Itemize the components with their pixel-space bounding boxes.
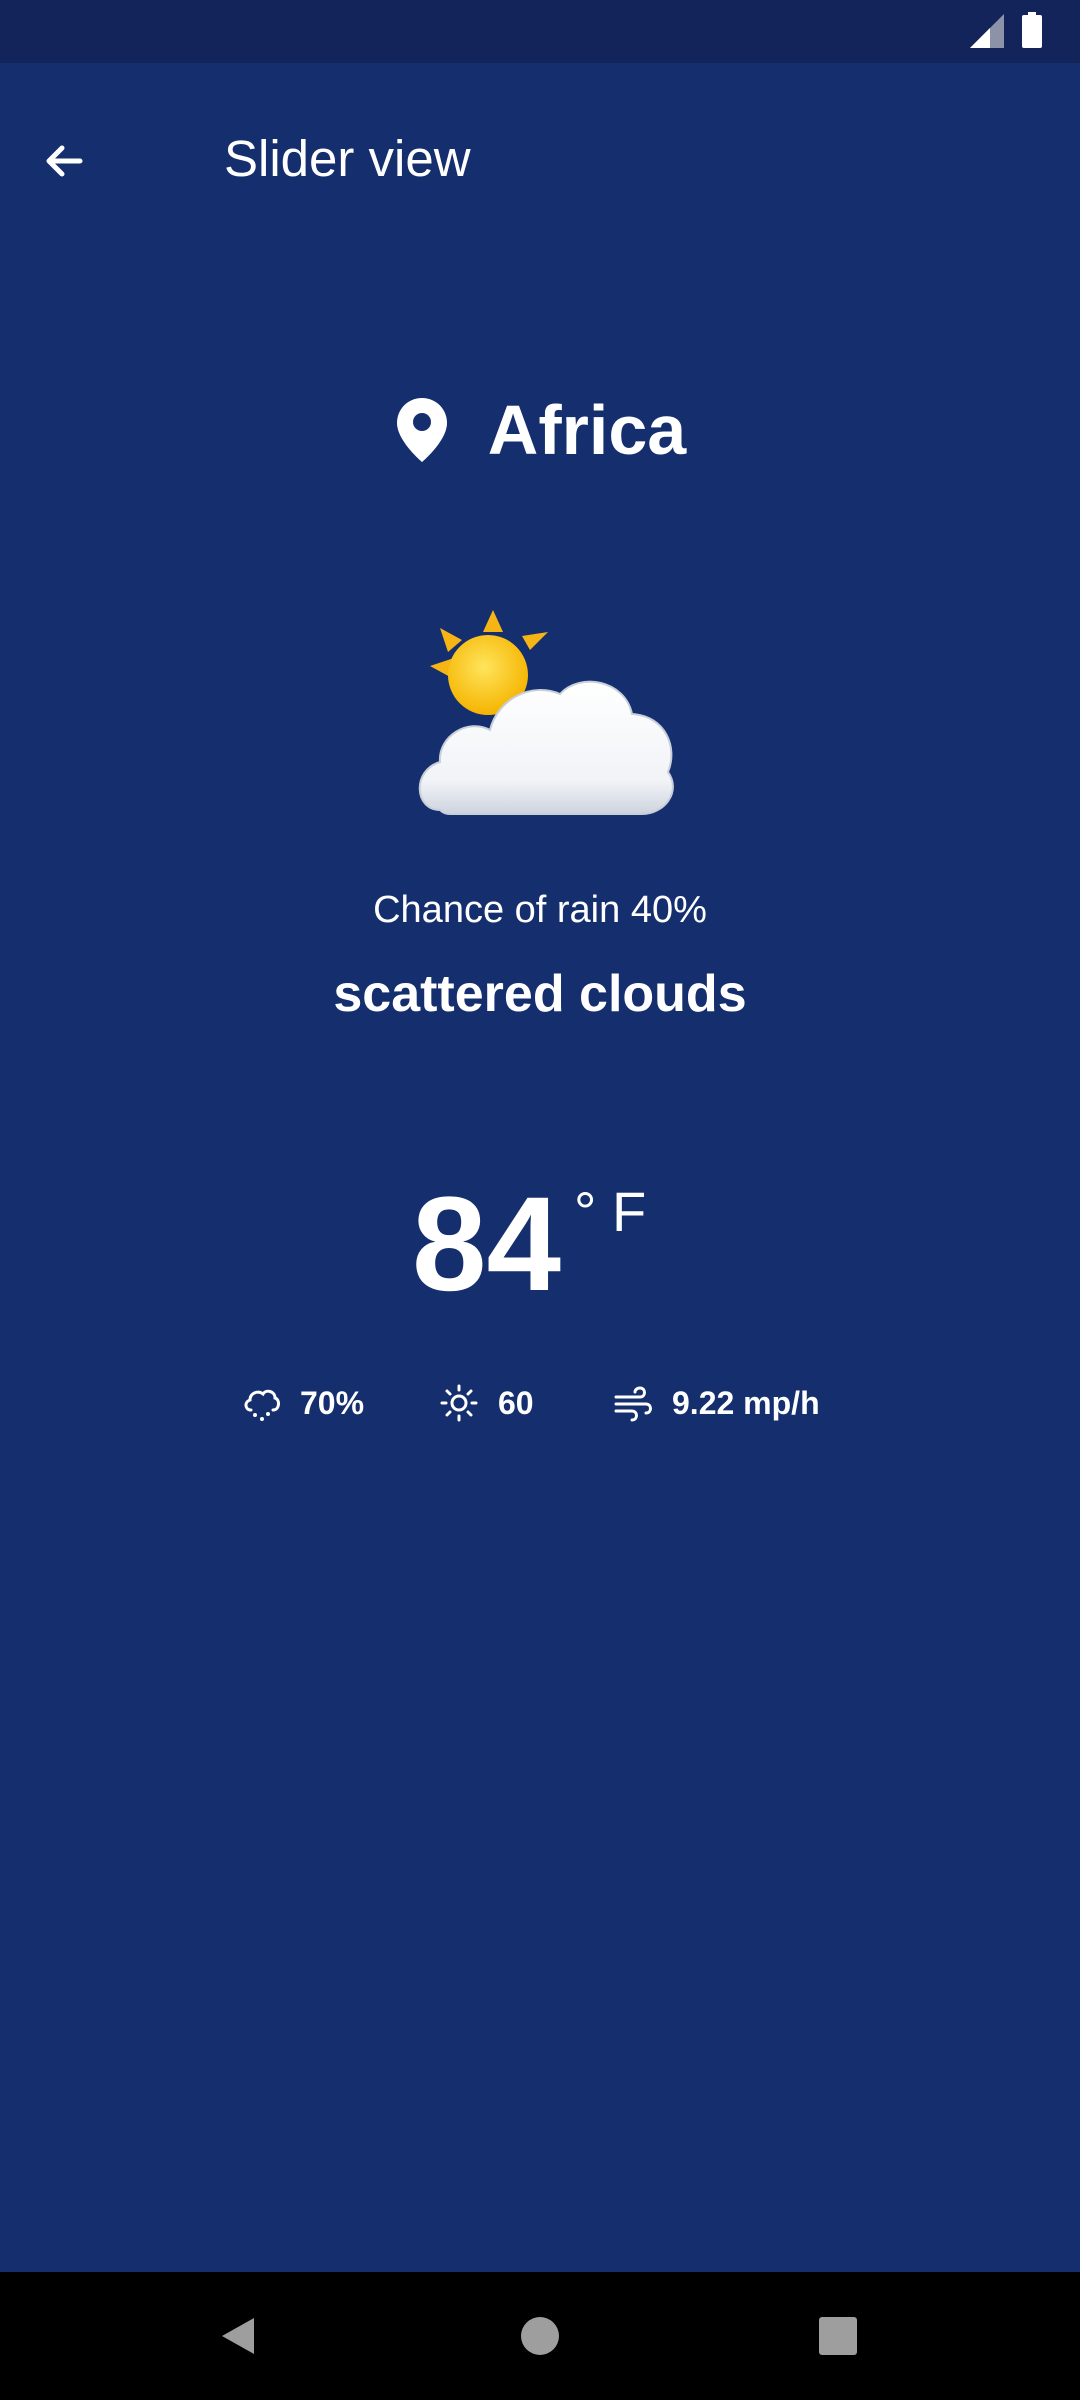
sun-behind-cloud-icon — [418, 610, 674, 815]
nav-home-circle-icon — [521, 2317, 559, 2355]
wind-value: 9.22 mp/h — [672, 1385, 820, 1421]
uv-stat: 60 — [438, 1375, 534, 1431]
nav-home-button[interactable] — [500, 2296, 580, 2376]
cell-signal-icon — [970, 14, 1004, 48]
app-bar: Slider view — [0, 63, 1080, 253]
temperature: 84 ° F — [0, 1170, 1080, 1320]
nav-recents-square-icon — [819, 2317, 857, 2355]
humidity-stat: 70% — [240, 1375, 364, 1431]
wind-stat: 9.22 mp/h — [612, 1375, 820, 1431]
temperature-value: 84 — [412, 1170, 562, 1319]
nav-back-button[interactable] — [198, 2296, 278, 2376]
uv-value: 60 — [498, 1385, 534, 1421]
cloud-drizzle-icon — [244, 1389, 280, 1421]
system-nav-bar — [0, 2272, 1080, 2400]
temperature-unit: ° F — [574, 1180, 647, 1243]
weather-stats: 70% 60 9.22 mp/h — [0, 1375, 1080, 1431]
humidity-value: 70% — [300, 1385, 365, 1421]
status-bar — [0, 0, 1080, 63]
sun-icon — [440, 1384, 478, 1422]
nav-back-triangle-icon — [222, 2318, 254, 2354]
arrow-left-icon — [46, 145, 83, 177]
page-title: Slider view — [224, 130, 471, 187]
map-pin-icon — [394, 395, 450, 465]
battery-icon — [1022, 12, 1042, 48]
wind-icon — [614, 1386, 652, 1422]
location-name: Africa — [487, 391, 687, 469]
nav-recents-button[interactable] — [798, 2296, 878, 2376]
location-header: Africa — [0, 385, 1080, 475]
chance-of-rain: Chance of rain 40% — [373, 889, 707, 931]
weather-condition: scattered clouds — [333, 965, 747, 1023]
back-button[interactable] — [28, 125, 100, 197]
